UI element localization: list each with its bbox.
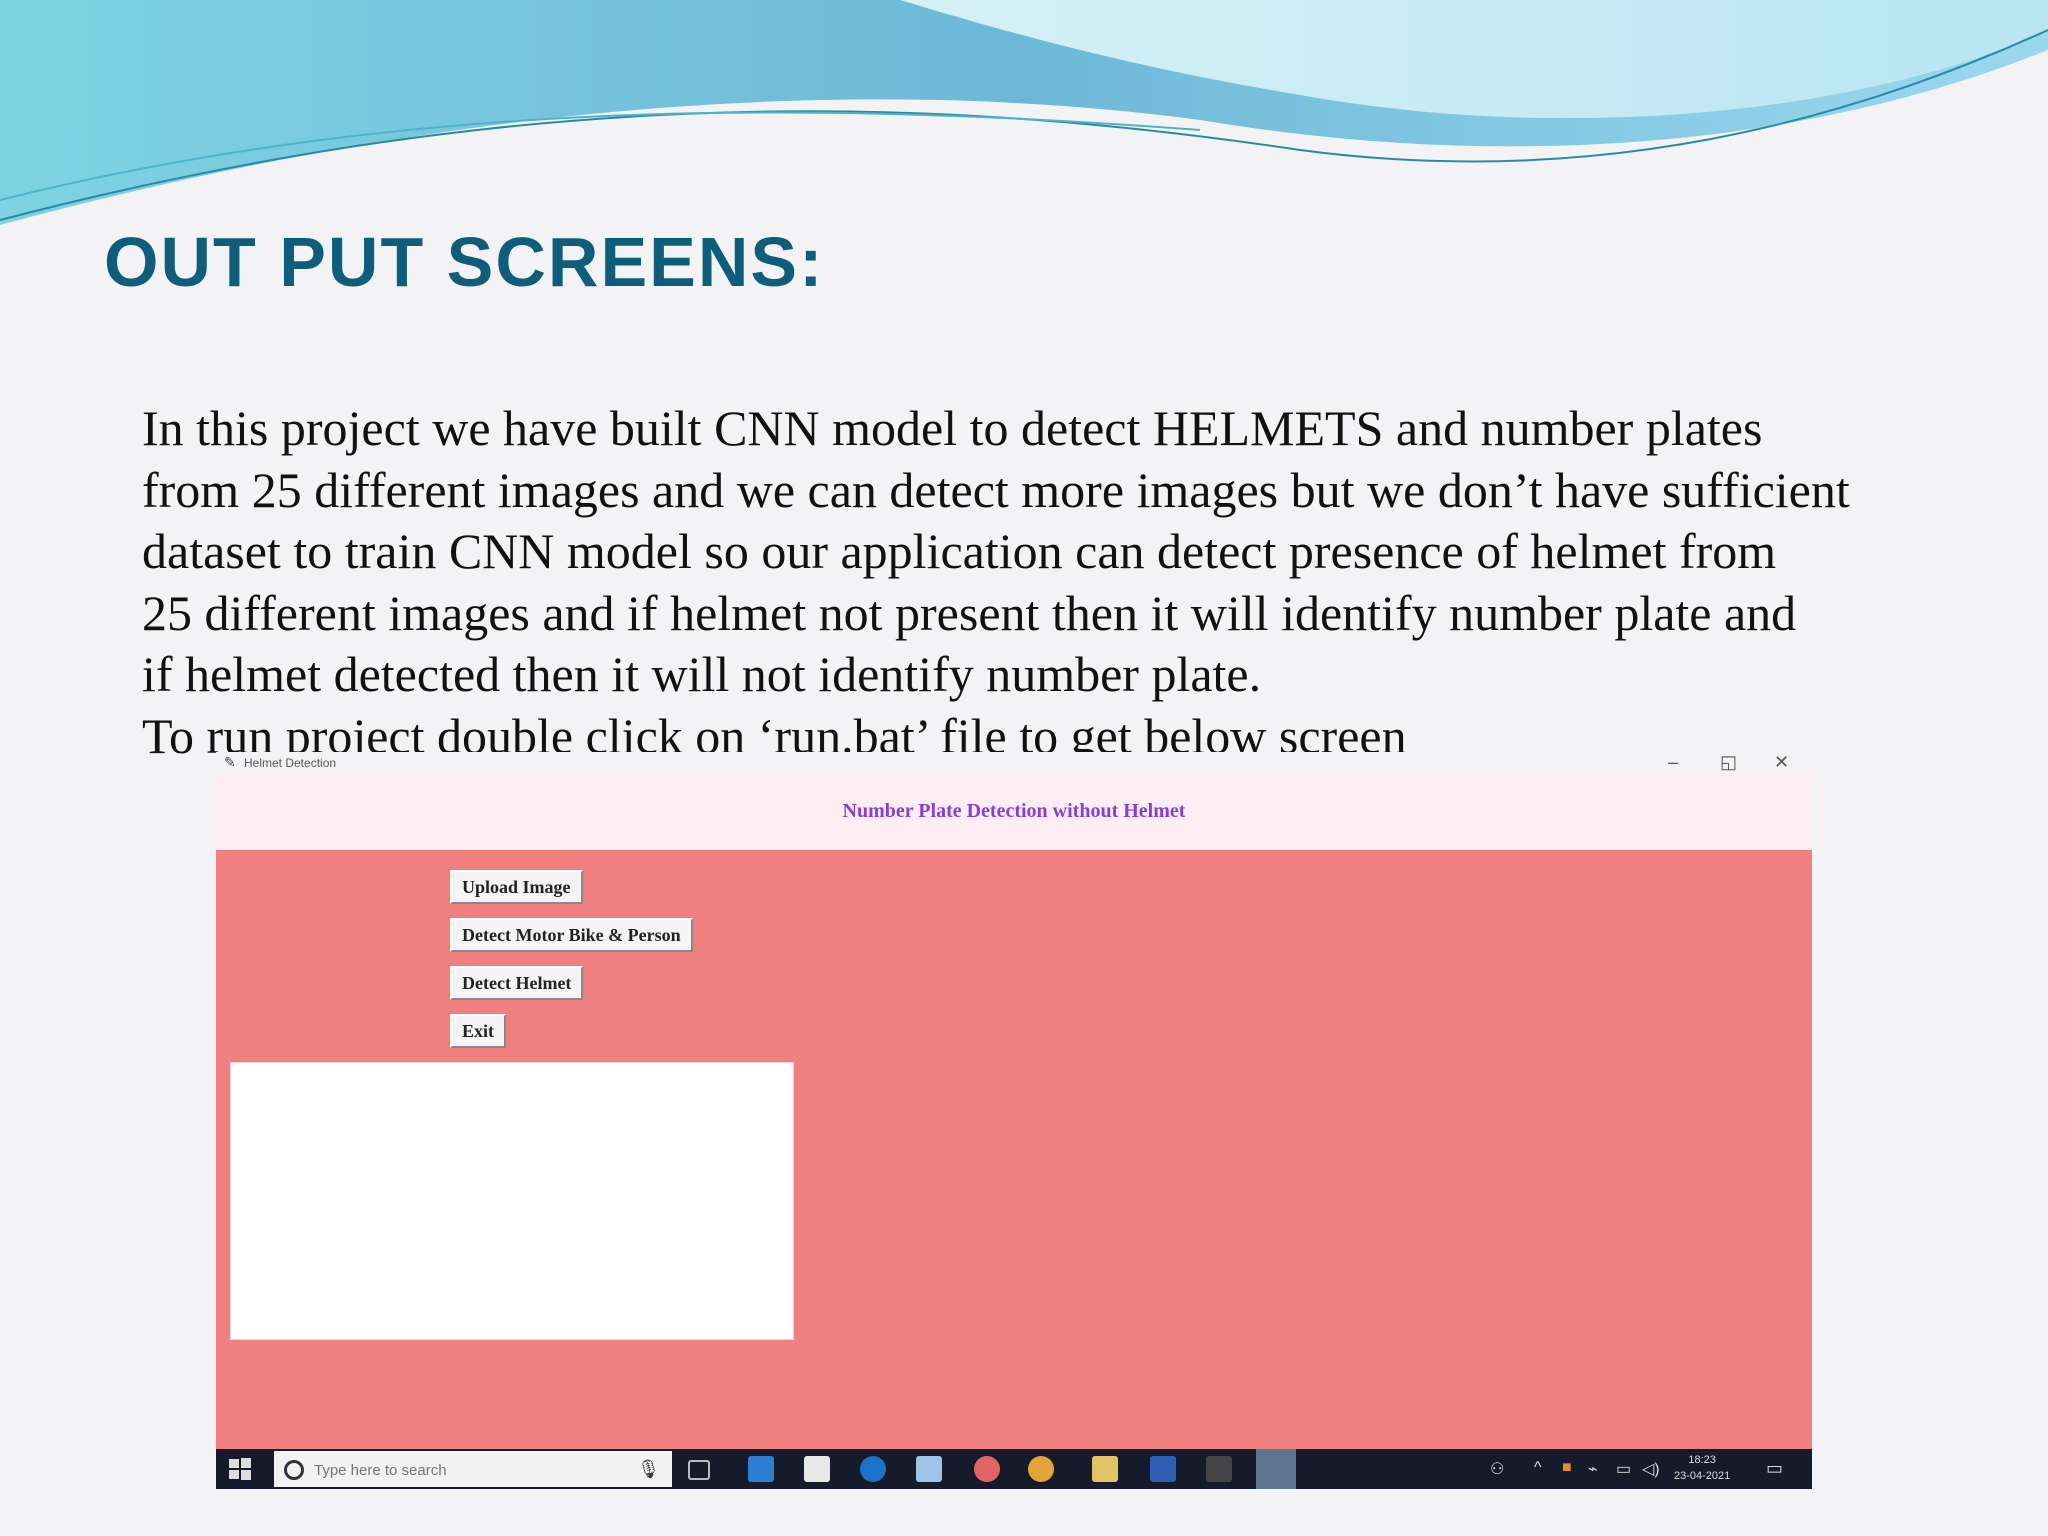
network-icon[interactable]: ⌁: [1588, 1459, 1598, 1479]
app-header: Number Plate Detection without Helmet: [216, 774, 1812, 850]
app-window-screenshot: ✎ Helmet Detection – ◱ ✕ Number Plate De…: [216, 752, 1812, 1489]
chevron-up-icon[interactable]: ^: [1534, 1459, 1542, 1477]
slide-body: In this project we have built CNN model …: [142, 398, 2022, 767]
detect-motor-bike-person-button[interactable]: Detect Motor Bike & Person: [450, 918, 693, 952]
clock-time: 18:23: [1688, 1454, 1716, 1466]
app-header-title: Number Plate Detection without Helmet: [842, 800, 1186, 822]
terminal-icon[interactable]: [1206, 1456, 1232, 1482]
store-icon[interactable]: [804, 1456, 830, 1482]
maximize-button[interactable]: ◱: [1720, 752, 1737, 773]
clock-date: 23-04-2021: [1674, 1470, 1731, 1482]
cortana-icon: [284, 1460, 304, 1480]
windows-taskbar: 🎙 ⚇ ^ ■ ⌁ ▭ ◁) 18:23 23-04-2021 ▭: [216, 1449, 1812, 1489]
notification-icon[interactable]: ▭: [1766, 1458, 1783, 1479]
word-icon[interactable]: [1150, 1456, 1176, 1482]
feather-icon: ✎: [224, 754, 236, 770]
body-line: 25 different images and if helmet not pr…: [142, 584, 1797, 641]
explorer-icon[interactable]: [1092, 1456, 1118, 1482]
taskbar-clock[interactable]: 18:23 23-04-2021: [1674, 1452, 1730, 1484]
body-line: dataset to train CNN model so our applic…: [142, 523, 1777, 579]
task-view-icon[interactable]: [688, 1460, 710, 1480]
body-line: from 25 different images and we can dete…: [142, 461, 1850, 518]
slide-title: OUT PUT SCREENS:: [104, 223, 825, 301]
body-line: if helmet detected then it will not iden…: [142, 646, 1262, 702]
battery-icon[interactable]: ▭: [1616, 1459, 1631, 1479]
chrome-icon[interactable]: [1028, 1456, 1054, 1482]
mail-icon[interactable]: [748, 1456, 774, 1482]
body-line: In this project we have built CNN model …: [142, 400, 1763, 456]
taskbar-search[interactable]: 🎙: [274, 1451, 672, 1487]
volume-icon[interactable]: ◁): [1642, 1459, 1660, 1479]
taskbar-search-input[interactable]: [312, 1453, 636, 1487]
detect-helmet-button[interactable]: Detect Helmet: [450, 966, 584, 1000]
edge-icon[interactable]: [860, 1456, 886, 1482]
window-titlebar: ✎ Helmet Detection – ◱ ✕: [216, 752, 1812, 774]
window-title: Helmet Detection: [244, 756, 337, 770]
python-icon[interactable]: [1256, 1449, 1296, 1489]
paint-icon[interactable]: [974, 1456, 1000, 1482]
people-icon[interactable]: ⚇: [1490, 1459, 1504, 1479]
exit-button[interactable]: Exit: [450, 1014, 507, 1048]
minimize-button[interactable]: –: [1668, 752, 1678, 773]
microphone-icon[interactable]: 🎙: [637, 1459, 660, 1480]
header-wave-decoration: [0, 0, 2048, 225]
files-icon[interactable]: [916, 1456, 942, 1482]
upload-image-button[interactable]: Upload Image: [450, 870, 583, 904]
tray-app-icon[interactable]: ■: [1562, 1459, 1572, 1477]
output-text-area[interactable]: [230, 1062, 794, 1340]
close-button[interactable]: ✕: [1774, 752, 1789, 773]
windows-start-icon[interactable]: [228, 1457, 252, 1481]
